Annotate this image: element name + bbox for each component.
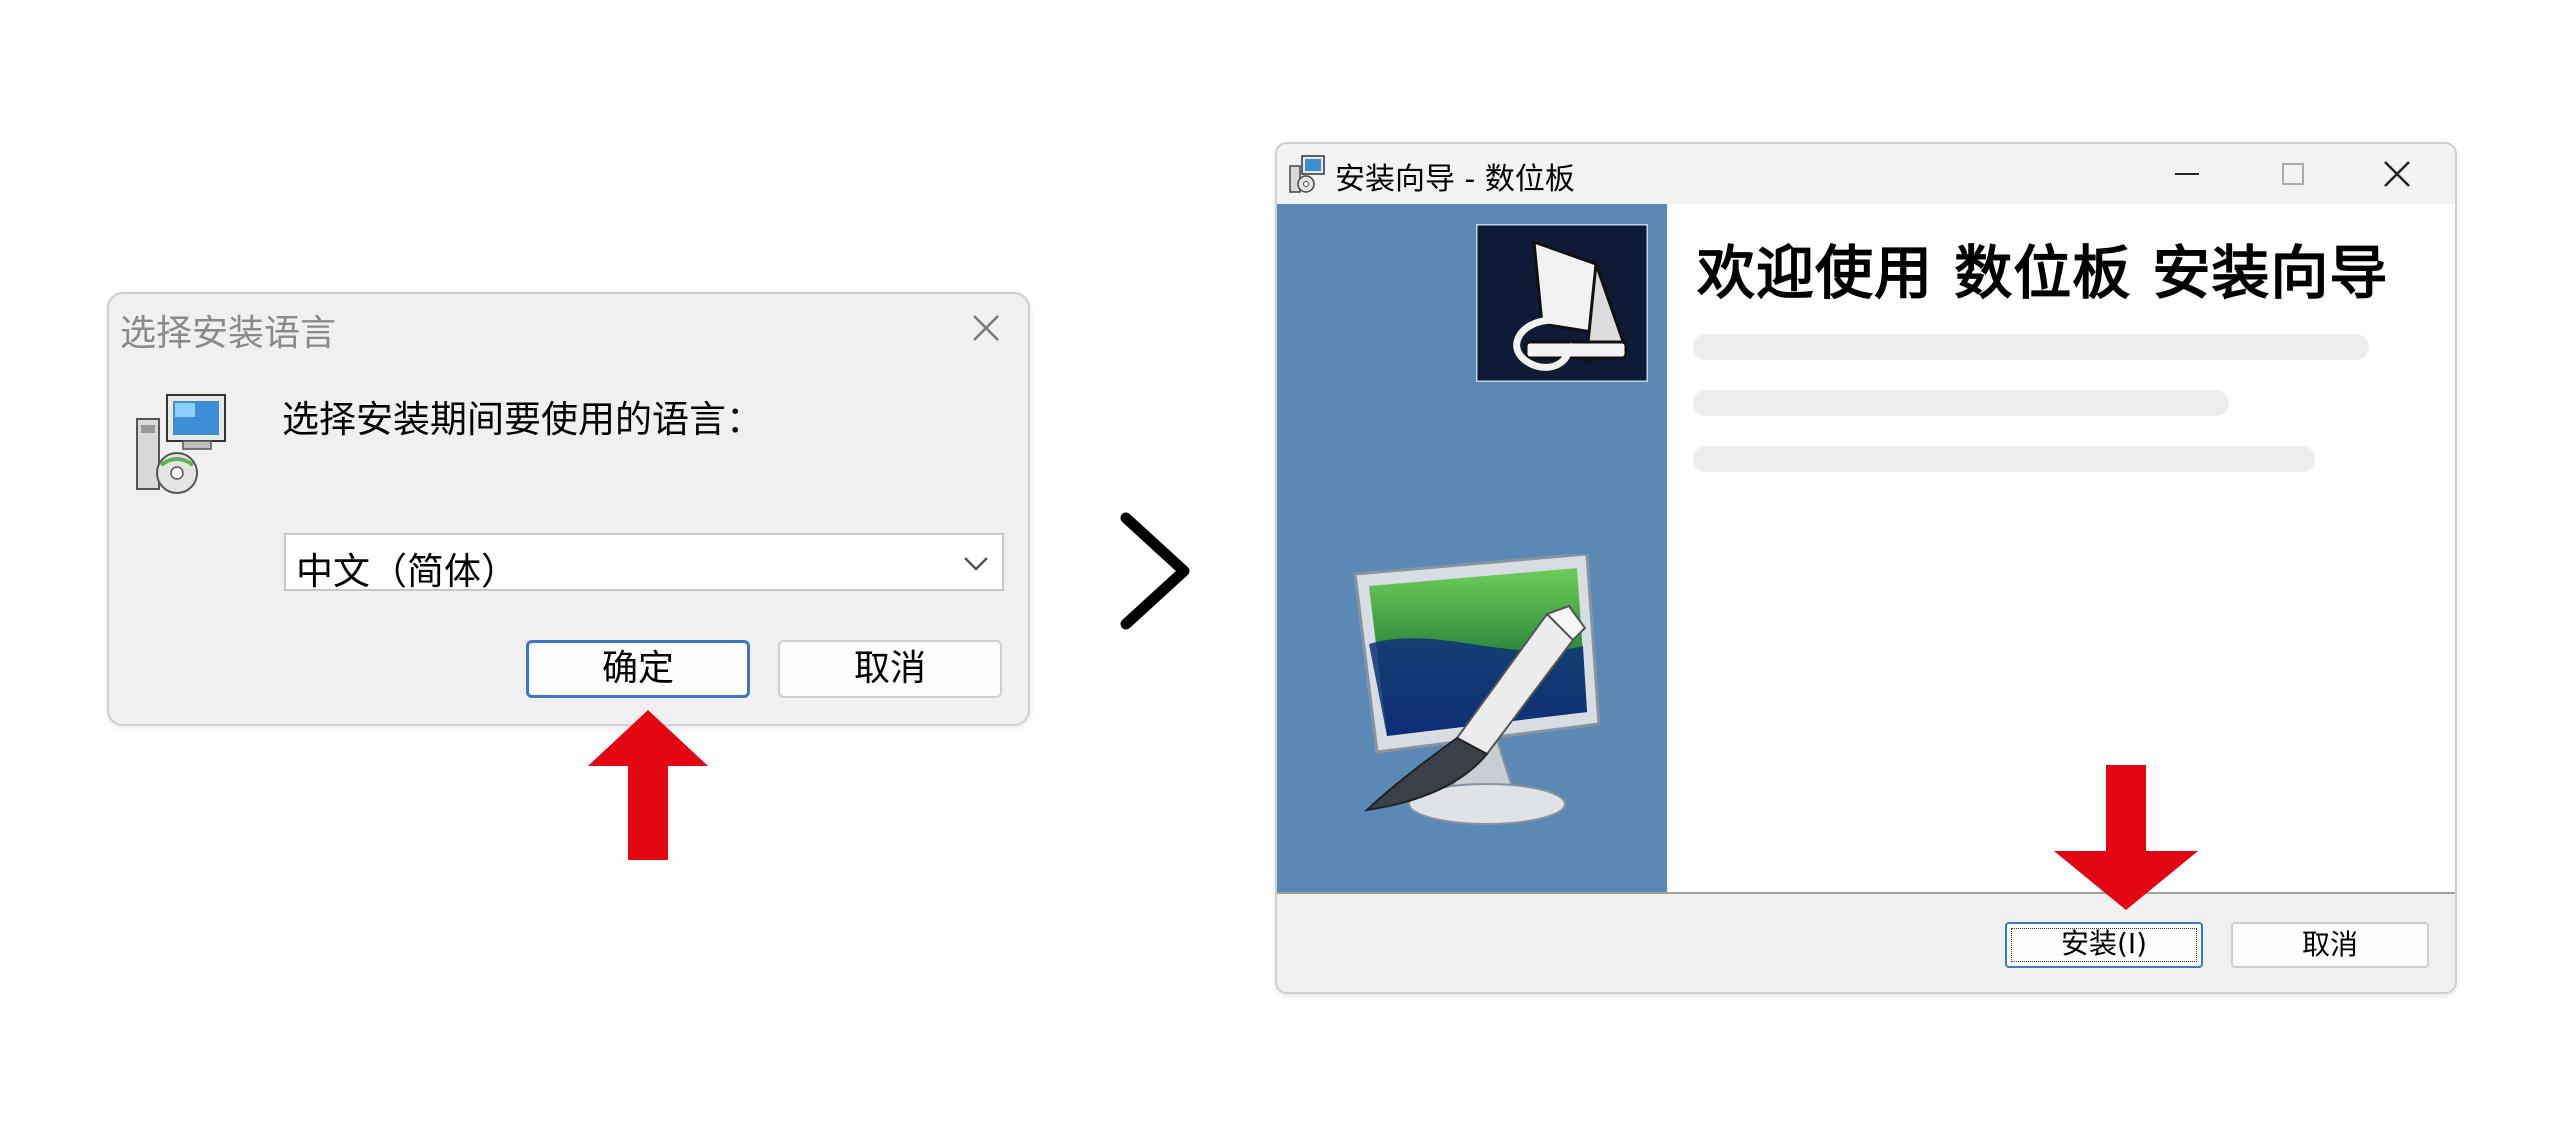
red-arrow-icon: [588, 710, 708, 860]
window-title: 安装向导 - 数位板: [1335, 162, 1575, 197]
welcome-heading: 欢迎使用 数位板 安装向导: [1697, 239, 2389, 307]
maximize-icon[interactable]: [2275, 156, 2311, 192]
tablet-logo-icon: [1476, 224, 1648, 382]
language-prompt: 选择安装期间要使用的语言：: [282, 398, 763, 441]
next-arrow-icon: [1120, 512, 1190, 630]
installer-icon: [1289, 155, 1325, 193]
text-placeholder: [1693, 390, 2229, 416]
dialog-title: 选择安装语言: [120, 313, 337, 354]
installer-icon: [136, 394, 226, 494]
language-dialog: 选择安装语言 选择安装期间要使用的语言： 中文（简体） 确定 取消: [107, 292, 1030, 726]
setup-wizard-window: 安装向导 - 数位板 欢迎使用 数位板 安装向导 安装(I) 取消: [1275, 142, 2457, 994]
cancel-button[interactable]: 取消: [778, 640, 1002, 698]
language-select[interactable]: 中文（简体）: [284, 533, 1004, 593]
ok-button[interactable]: 确定: [526, 640, 750, 698]
chevron-down-icon: [964, 557, 988, 571]
wizard-footer: 安装(I) 取消: [1277, 892, 2455, 992]
close-icon[interactable]: [966, 308, 1006, 348]
close-icon[interactable]: [2379, 156, 2415, 192]
title-bar: 安装向导 - 数位板: [1277, 144, 2455, 204]
wizard-sidebar: [1277, 204, 1667, 892]
text-placeholder: [1693, 446, 2315, 472]
monitor-brush-icon: [1353, 554, 1601, 825]
text-placeholder: [1693, 334, 2369, 360]
red-arrow-icon: [2054, 765, 2198, 910]
cancel-button[interactable]: 取消: [2231, 922, 2429, 968]
selected-language: 中文（简体）: [296, 550, 518, 593]
install-button[interactable]: 安装(I): [2005, 922, 2203, 968]
minimize-icon[interactable]: [2169, 156, 2205, 192]
focus-rect: [2011, 928, 2197, 962]
